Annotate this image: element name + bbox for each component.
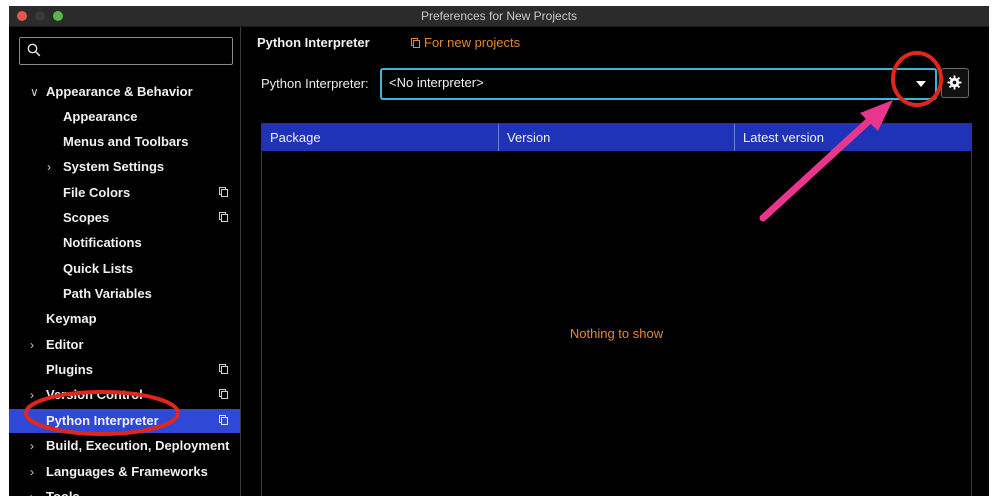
- annotation-overlay: [24, 51, 943, 436]
- annotation-circle-dropdown: [891, 51, 943, 107]
- annotation-circle-sidebar: [24, 390, 180, 436]
- annotation-arrow: [759, 114, 876, 222]
